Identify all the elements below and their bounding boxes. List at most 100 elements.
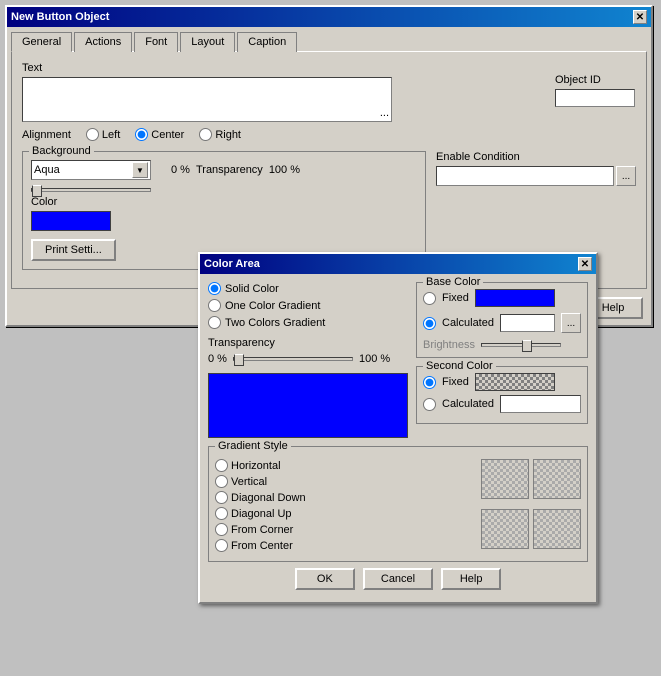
ok-button[interactable]: OK [295,568,355,590]
diagonal-down-radio[interactable] [215,491,228,504]
from-center-radio[interactable] [215,539,228,552]
dropdown-arrow-icon: ▼ [132,162,148,178]
base-color-section: Base Color Fixed Calculated ... Brightne… [416,282,588,358]
tab-caption[interactable]: Caption [237,32,297,52]
diagonal-down-label: Diagonal Down [231,492,306,504]
fixed-label: Fixed [442,292,469,304]
align-center-radio[interactable] [135,128,148,141]
tab-font[interactable]: Font [134,32,178,52]
alignment-row: Alignment Left Center Right [22,128,636,141]
color-type-section: Solid Color One Color Gradient Two Color… [208,282,408,438]
brightness-row: Brightness [423,339,581,351]
gradient-preview-3 [481,509,529,549]
transparency-control-row: 0 % 100 % [208,353,408,365]
transparency-section: Transparency 0 % 100 % [208,337,408,365]
transparency-title: Transparency [208,337,408,349]
brightness-slider[interactable] [481,343,561,347]
second-fixed-row: Fixed [423,373,581,391]
background-row: Aqua ▼ 0 % Transparency 100 % [31,160,417,180]
dropdown-value: Aqua [34,164,60,176]
gradient-previews [481,459,581,555]
transparency-label: Transparency [196,164,263,176]
align-left-label: Left [102,129,120,141]
color-preview-swatch [208,373,408,438]
gradient-preview-4 [533,509,581,549]
from-corner-radio[interactable] [215,523,228,536]
second-calculated-radio[interactable] [423,398,436,411]
horizontal-label: Horizontal [231,460,281,472]
color-swatch [31,211,111,231]
gradient-grid: Horizontal Vertical Diagonal Down Diagon… [215,459,581,555]
print-settings-button[interactable]: Print Setti... [31,239,116,261]
tab-general[interactable]: General [11,32,72,52]
second-calculated-row: Calculated [423,395,581,413]
text-input[interactable]: ... [22,77,392,122]
trans-right: 100 % [269,164,300,176]
dialog-buttons: OK Cancel Help [208,562,588,594]
transparency-row: 0 % Transparency 100 % [171,164,300,176]
window-title: New Button Object [11,11,109,23]
align-right-radio[interactable] [199,128,212,141]
background-legend: Background [29,145,94,157]
trans-left-label: 0 % [208,353,227,365]
solid-color-label: Solid Color [225,283,279,295]
dialog-body: Solid Color One Color Gradient Two Color… [200,274,596,602]
background-dropdown[interactable]: Aqua ▼ [31,160,151,180]
dialog-transparency-slider[interactable] [233,357,353,361]
diagonal-down-group: Diagonal Down [215,491,475,504]
base-color-legend: Base Color [423,276,483,288]
dialog-title-text: Color Area [204,258,260,270]
diagonal-up-radio[interactable] [215,507,228,520]
calculated-label: Calculated [442,317,494,329]
brightness-label: Brightness [423,339,475,351]
color-area-dialog: Color Area ✕ Solid Color One Color Gradi… [198,252,598,604]
from-center-group: From Center [215,539,475,552]
fixed-row: Fixed [423,289,581,307]
from-center-label: From Center [231,540,293,552]
calculated-dots-button[interactable]: ... [561,313,581,333]
object-id-input[interactable] [555,89,635,107]
text-label: Text [22,62,636,74]
enable-condition-label: Enable Condition [436,151,636,163]
solid-color-radio[interactable] [208,282,221,295]
dialog-close-button[interactable]: ✕ [578,257,592,271]
enable-condition-row: ... [436,166,636,186]
gradient-radios: Horizontal Vertical Diagonal Down Diagon… [215,459,475,555]
color-label: Color [31,196,417,208]
align-left-radio[interactable] [86,128,99,141]
second-fixed-label: Fixed [442,376,469,388]
second-calculated-input[interactable] [500,395,581,413]
object-id-label: Object ID [555,74,635,86]
gradient-preview-2 [533,459,581,499]
fixed-color-swatch [475,289,555,307]
enable-condition-section: Enable Condition ... [436,151,636,186]
enable-condition-input[interactable] [436,166,614,186]
align-center-label: Center [151,129,184,141]
main-close-button[interactable]: ✕ [633,10,647,24]
calculated-row: Calculated ... [423,313,581,333]
calculated-radio[interactable] [423,317,436,330]
title-bar: New Button Object ✕ [7,7,651,27]
align-left-group: Left [86,128,120,141]
dialog-help-button[interactable]: Help [441,568,501,590]
trans-left: 0 % [171,164,190,176]
dialog-top-area: Solid Color One Color Gradient Two Color… [208,282,588,438]
calculated-input[interactable] [500,314,555,332]
one-color-gradient-group: One Color Gradient [208,299,408,312]
second-fixed-radio[interactable] [423,376,436,389]
fixed-radio[interactable] [423,292,436,305]
vertical-radio[interactable] [215,475,228,488]
gradient-style-section: Gradient Style Horizontal Vertical Diago… [208,446,588,562]
alignment-label: Alignment [22,129,71,141]
one-color-gradient-radio[interactable] [208,299,221,312]
tab-layout[interactable]: Layout [180,32,235,52]
cancel-button[interactable]: Cancel [363,568,433,590]
transparency-slider[interactable] [31,188,151,192]
enable-condition-dots-button[interactable]: ... [616,166,636,186]
second-color-legend: Second Color [423,360,496,372]
two-colors-gradient-radio[interactable] [208,316,221,329]
horizontal-radio[interactable] [215,459,228,472]
two-colors-gradient-label: Two Colors Gradient [225,317,325,329]
tab-actions[interactable]: Actions [74,32,132,52]
diagonal-up-group: Diagonal Up [215,507,475,520]
